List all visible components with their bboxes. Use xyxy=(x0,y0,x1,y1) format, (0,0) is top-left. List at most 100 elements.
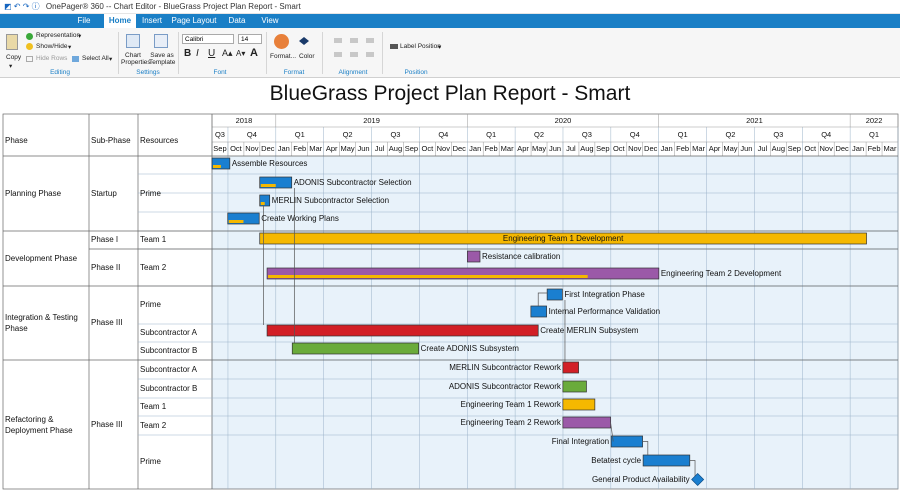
timescale-month: Sep xyxy=(213,144,227,153)
timescale-year: 2019 xyxy=(363,116,380,125)
timescale-year: 2021 xyxy=(746,116,763,125)
timescale-month: Mar xyxy=(500,144,514,153)
timescale-quarter: Q3 xyxy=(581,130,592,139)
subphase-label-3[interactable]: Phase III xyxy=(91,286,137,360)
resource-label-5[interactable]: Subcontractor B xyxy=(140,342,210,360)
timescale-month: Feb xyxy=(676,144,690,153)
resource-label-8[interactable]: Team 1 xyxy=(140,398,210,416)
timescale-month: Jun xyxy=(548,144,562,153)
timescale-month: Jan xyxy=(852,144,865,153)
resource-label-2[interactable]: Team 2 xyxy=(140,249,210,286)
timescale-month: Mar xyxy=(692,144,706,153)
resource-label-9[interactable]: Team 2 xyxy=(140,416,210,435)
timescale-month: Jan xyxy=(469,144,482,153)
task-label-16[interactable]: Betatest cycle xyxy=(441,455,641,466)
timescale-month: Oct xyxy=(612,144,625,153)
task-label-9[interactable]: Create MERLIN Subsystem xyxy=(540,325,638,336)
column-header-phase[interactable]: Phase xyxy=(5,134,85,148)
timescale-month: Apr xyxy=(517,144,529,153)
task-label-12[interactable]: ADONIS Subcontractor Rework xyxy=(361,381,561,392)
timescale-quarter: Q1 xyxy=(486,130,497,139)
timescale-month: Sep xyxy=(787,144,801,153)
timescale-month: Jul xyxy=(566,144,576,153)
timescale-quarter: Q3 xyxy=(390,130,401,139)
task-label-14[interactable]: Engineering Team 2 Rework xyxy=(361,417,561,428)
timescale-month: Apr xyxy=(708,144,721,153)
timescale-year: 2018 xyxy=(235,116,253,125)
timescale-quarter: Q2 xyxy=(534,130,545,139)
timescale-quarter: Q1 xyxy=(294,130,305,139)
timescale-quarter: Q4 xyxy=(629,130,640,139)
resource-label-0[interactable]: Prime xyxy=(140,156,210,231)
resource-label-6[interactable]: Subcontractor A xyxy=(140,360,210,379)
timescale-month: Apr xyxy=(325,144,338,153)
task-label-11[interactable]: MERLIN Subcontractor Rework xyxy=(361,362,561,373)
timescale-quarter: Q3 xyxy=(214,130,225,139)
timescale-month: Jul xyxy=(374,144,385,153)
timescale-month: Dec xyxy=(261,144,275,153)
timescale-year: 2020 xyxy=(554,116,572,125)
phase-label-3[interactable]: Refactoring & Deployment Phase xyxy=(5,360,87,489)
task-label-1[interactable]: ADONIS Subcontractor Selection xyxy=(294,177,412,188)
phase-label-2[interactable]: Integration & Testing Phase xyxy=(5,286,87,360)
resource-label-1[interactable]: Team 1 xyxy=(140,231,210,249)
timescale-quarter: Q3 xyxy=(773,130,784,139)
subphase-label-0[interactable]: Startup xyxy=(91,156,137,231)
task-label-10[interactable]: Create ADONIS Subsystem xyxy=(421,343,519,354)
timescale-month: Jan xyxy=(277,144,290,153)
column-header-resources[interactable]: Resources xyxy=(140,134,210,148)
timescale-month: Feb xyxy=(867,144,881,153)
column-header-subphase[interactable]: Sub-Phase xyxy=(91,134,137,148)
timescale-month: Aug xyxy=(388,144,403,153)
timescale-month: Mar xyxy=(883,144,897,153)
timescale-quarter: Q1 xyxy=(869,130,880,139)
timescale-month: Aug xyxy=(771,144,786,153)
timescale-month: Nov xyxy=(628,144,642,153)
task-label-5[interactable]: Resistance calibration xyxy=(482,251,560,262)
timescale-month: Oct xyxy=(421,144,434,153)
gantt-chart: Phase Sub-Phase Resources 2018 2019 2020 2021 2… xyxy=(0,0,900,491)
timescale-month: Aug xyxy=(580,144,594,153)
timescale-month: Mar xyxy=(309,144,323,153)
task-label-0[interactable]: Assemble Resources xyxy=(232,158,308,169)
task-label-13[interactable]: Engineering Team 1 Rework xyxy=(361,399,561,410)
timescale-month: Oct xyxy=(804,144,817,153)
timescale-month: Nov xyxy=(819,144,833,153)
timescale-month: Sep xyxy=(596,144,610,153)
timescale-month: Jun xyxy=(740,144,753,153)
timescale-month: Feb xyxy=(293,144,307,153)
task-label-4[interactable]: Engineering Team 1 Development xyxy=(260,233,867,244)
timescale-month: Dec xyxy=(835,144,849,153)
task-label-2[interactable]: MERLIN Subcontractor Selection xyxy=(272,195,389,206)
resource-label-3[interactable]: Prime xyxy=(140,286,210,324)
timescale-quarter: Q2 xyxy=(725,130,736,139)
task-label-15[interactable]: Final Integration xyxy=(409,436,609,447)
resource-label-10[interactable]: Prime xyxy=(140,435,210,489)
resource-label-7[interactable]: Subcontractor B xyxy=(140,379,210,398)
timescale-month: Jan xyxy=(660,144,673,153)
resource-label-4[interactable]: Subcontractor A xyxy=(140,324,210,342)
timescale-quarter: Q1 xyxy=(677,130,688,139)
timescale-quarter: Q4 xyxy=(246,130,257,139)
task-label-8[interactable]: Internal Performance Validation xyxy=(549,306,660,317)
timescale-quarter: Q4 xyxy=(438,130,449,139)
task-label-17[interactable]: General Product Availability xyxy=(490,474,690,485)
subphase-label-2[interactable]: Phase II xyxy=(91,249,137,286)
timescale-month: Jul xyxy=(757,144,768,153)
task-label-7[interactable]: First Integration Phase xyxy=(564,289,644,300)
timescale-month: Sep xyxy=(404,144,419,153)
subphase-label-4[interactable]: Phase III xyxy=(91,360,137,489)
subphase-label-1[interactable]: Phase I xyxy=(91,231,137,249)
timescale-year: 2022 xyxy=(865,116,883,125)
timescale-quarter: Q2 xyxy=(342,130,353,139)
phase-label-0[interactable]: Planning Phase xyxy=(5,156,87,231)
timescale-quarter: Q4 xyxy=(821,130,832,139)
timescale-month: Nov xyxy=(436,144,450,153)
phase-label-1[interactable]: Development Phase xyxy=(5,231,87,286)
timescale-month: Dec xyxy=(644,144,658,153)
task-label-6[interactable]: Engineering Team 2 Development xyxy=(661,268,781,279)
timescale-month: Jun xyxy=(357,144,370,153)
timescale-month: May xyxy=(340,144,355,153)
timescale-month: Dec xyxy=(452,144,466,153)
task-label-3[interactable]: Create Working Plans xyxy=(261,213,339,224)
